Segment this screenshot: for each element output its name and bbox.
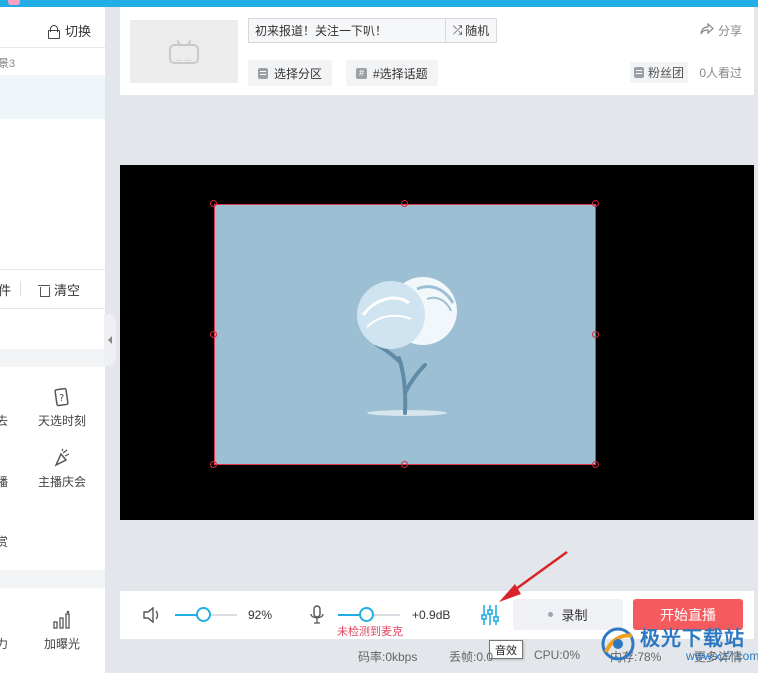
mic-slider[interactable] xyxy=(338,607,400,622)
choose-area-label: 选择分区 xyxy=(274,66,323,81)
volume-value: 92% xyxy=(248,608,273,622)
badge-icon xyxy=(634,67,644,78)
scene-label: 景3 xyxy=(0,58,16,70)
share-label: 分享 xyxy=(717,24,742,38)
tool-partial-label[interactable]: 件 xyxy=(0,280,11,299)
viewer-count: 0人看过 xyxy=(699,66,742,80)
party-popper-icon xyxy=(53,448,71,473)
sidebar-item-boost[interactable]: 加曝光 xyxy=(35,610,89,652)
selected-source[interactable] xyxy=(214,204,596,465)
switch-label: 切换 xyxy=(64,24,91,39)
annotation-arrow xyxy=(499,550,568,602)
dropped-frames-status: 丢帧:0.0 xyxy=(449,650,494,664)
clear-label: 清空 xyxy=(54,283,81,298)
speaker-icon[interactable] xyxy=(142,606,162,627)
clear-button[interactable]: 清空 xyxy=(38,280,81,299)
cover-image[interactable]: ‿‿ xyxy=(130,20,238,83)
divider xyxy=(0,269,105,270)
watermark-text: 极光下载站 xyxy=(640,628,745,650)
resize-handle-top[interactable] xyxy=(401,200,408,207)
watermark-logo-icon xyxy=(601,627,635,661)
svg-text:?: ? xyxy=(59,393,64,404)
resize-handle-right[interactable] xyxy=(592,331,599,338)
stream-preview[interactable] xyxy=(120,165,754,520)
sidebar-item-lottery[interactable]: ? 天选时刻 xyxy=(35,387,89,429)
title-bar-strip xyxy=(0,0,758,7)
watermark: 极光下载站 www.xz7.com xyxy=(596,620,758,672)
microphone-icon[interactable] xyxy=(310,605,324,628)
section-band xyxy=(0,570,105,588)
section-band xyxy=(0,349,105,367)
tv-placeholder-icon: ‿‿ xyxy=(169,39,199,64)
mic-warning: 未检测到麦克 xyxy=(337,626,403,638)
card-question-icon: ? xyxy=(54,387,70,412)
choose-topic-button[interactable]: # #选择话题 xyxy=(346,60,438,86)
resize-handle-tr[interactable] xyxy=(592,200,599,207)
sidebar-collapse-handle[interactable] xyxy=(104,314,116,366)
resize-handle-br[interactable] xyxy=(592,461,599,468)
resize-handle-bl[interactable] xyxy=(210,461,217,468)
bitrate-status: 码率:0kbps xyxy=(358,650,418,664)
room-title-input[interactable] xyxy=(248,18,446,43)
divider xyxy=(0,47,105,48)
resize-handle-bottom[interactable] xyxy=(401,461,408,468)
random-title-button[interactable]: ⤮ 随机 xyxy=(446,18,497,43)
resize-handle-tl[interactable] xyxy=(210,200,217,207)
sidebar-item-partial-1[interactable]: 去 xyxy=(0,412,8,429)
switch-button[interactable]: 切换 xyxy=(47,21,91,40)
shuffle-icon: ⤮ xyxy=(452,23,463,37)
sidebar-item-partial-4[interactable]: 力 xyxy=(0,635,8,652)
watermark-url: www.xz7.com xyxy=(686,649,758,663)
share-icon xyxy=(700,22,714,38)
tree-image xyxy=(357,277,457,416)
document-icon xyxy=(258,67,268,79)
toolbar-separator xyxy=(20,281,21,296)
sidebar-item-partial-3[interactable]: 赏 xyxy=(0,533,8,550)
divider xyxy=(0,308,105,309)
mic-gain-value: +0.9dB xyxy=(412,608,451,622)
sidebar-item-celebration[interactable]: 主播庆会 xyxy=(35,448,89,490)
hash-icon: # xyxy=(356,67,367,79)
choose-area-button[interactable]: 选择分区 xyxy=(248,60,333,86)
fan-club-label: 粉丝团 xyxy=(648,66,685,80)
sidebar-item-partial-2[interactable]: 播 xyxy=(0,473,8,490)
trash-icon xyxy=(38,284,50,297)
volume-slider[interactable] xyxy=(175,607,237,622)
app-logo xyxy=(8,0,20,5)
choose-topic-label: #选择话题 xyxy=(373,66,428,81)
mic-knob[interactable] xyxy=(359,607,374,622)
left-sidebar: 切换 景3 件 清空 去 ? 天选时刻 播 主播庆会 赏 力 xyxy=(0,7,106,673)
volume-knob[interactable] xyxy=(196,607,211,622)
random-label: 随机 xyxy=(465,24,490,38)
lock-icon xyxy=(47,24,60,39)
cpu-status: CPU:0% xyxy=(534,648,581,662)
record-dot-icon xyxy=(548,612,554,617)
source-toolbar: 件 清空 xyxy=(0,279,105,299)
resize-handle-left[interactable] xyxy=(210,331,217,338)
bar-chart-up-icon xyxy=(52,610,72,635)
fan-club-button[interactable]: 粉丝团 xyxy=(630,62,689,83)
scene-row-selected[interactable] xyxy=(0,75,105,119)
sound-effects-tooltip: 音效 xyxy=(489,640,523,659)
share-button[interactable]: 分享 xyxy=(700,22,742,39)
room-info-panel: ‿‿ ⤮ 随机 选择分区 # #选择话题 分享 粉丝团 0人看过 xyxy=(120,7,754,95)
